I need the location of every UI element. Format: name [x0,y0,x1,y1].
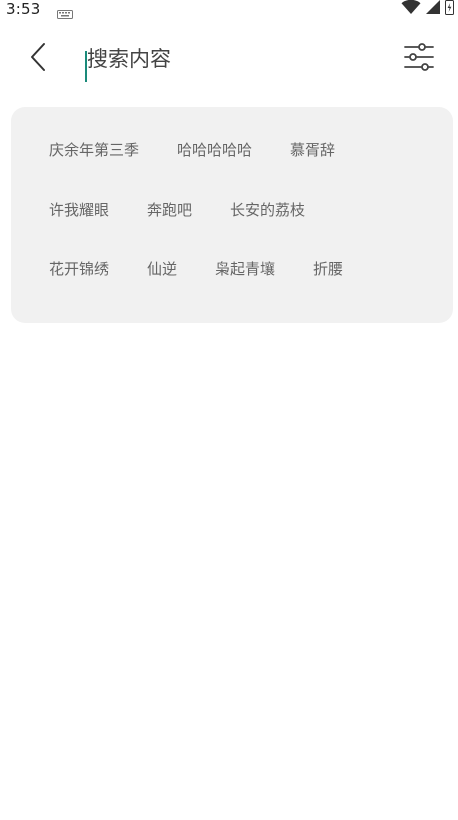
suggestion-tag[interactable]: 奔跑吧 [147,198,192,222]
suggestion-tag[interactable]: 庆余年第三季 [49,138,139,162]
search-input[interactable] [84,40,377,78]
status-icons [401,0,454,19]
text-caret [85,51,87,82]
chevron-left-icon [29,42,49,76]
suggestion-row: 花开锦绣 仙逆 枭起青壤 折腰 [49,257,343,281]
suggestion-tag[interactable]: 花开锦绣 [49,257,109,281]
suggestion-row: 庆余年第三季 哈哈哈哈哈 慕胥辞 [49,138,335,162]
back-button[interactable] [20,40,58,78]
status-bar: 3:53 [0,0,458,22]
wifi-icon [401,0,421,19]
suggestion-tag[interactable]: 枭起青壤 [215,257,275,281]
search-suggestions-card: 庆余年第三季 哈哈哈哈哈 慕胥辞 许我耀眼 奔跑吧 长安的荔枝 花开锦绣 仙逆 … [11,107,453,323]
search-box [84,40,377,82]
signal-icon [425,0,441,19]
search-header [0,32,458,86]
suggestion-tag[interactable]: 慕胥辞 [290,138,335,162]
filter-button[interactable] [398,40,440,78]
suggestion-tag[interactable]: 长安的荔枝 [230,198,305,222]
status-time: 3:53 [6,0,41,18]
suggestion-tag[interactable]: 哈哈哈哈哈 [177,138,252,162]
suggestion-tag[interactable]: 仙逆 [147,257,177,281]
sliders-icon [403,42,435,76]
suggestion-row: 许我耀眼 奔跑吧 长安的荔枝 [49,198,305,222]
battery-icon [445,0,454,19]
suggestion-tag[interactable]: 许我耀眼 [49,198,109,222]
keyboard-icon [57,4,73,19]
suggestion-tag[interactable]: 折腰 [313,257,343,281]
